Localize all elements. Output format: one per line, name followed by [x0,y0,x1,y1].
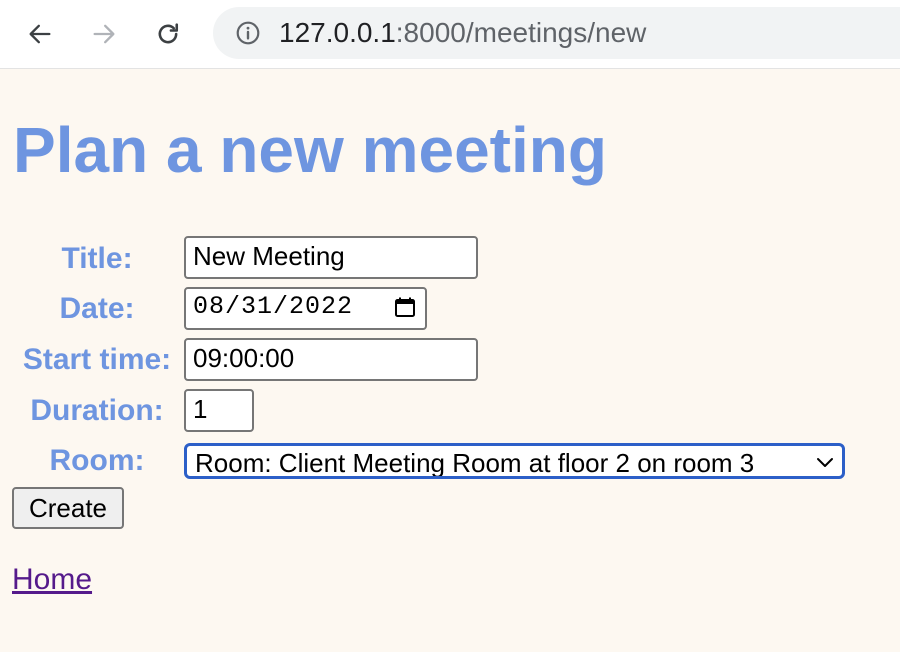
home-link[interactable]: Home [12,562,92,598]
chevron-down-icon [817,458,833,467]
address-bar[interactable]: 127.0.0.1:8000/meetings/new [213,7,900,59]
date-value: 08/31/2022 [193,292,354,321]
back-button[interactable] [20,14,60,54]
forward-button[interactable] [84,14,124,54]
title-label: Title: [61,242,133,275]
info-circle-icon[interactable] [235,20,261,46]
duration-label: Duration: [30,394,164,427]
start-time-input[interactable]: 09:00:00 [184,338,478,381]
reload-icon [158,23,179,44]
date-input[interactable]: 08/31/2022 [184,287,427,330]
create-button[interactable]: Create [12,487,124,529]
arrow-right-icon [93,24,115,44]
calendar-icon[interactable] [393,295,417,319]
duration-input[interactable]: 1 [184,389,254,432]
url-path: :8000/meetings/new [395,17,647,48]
room-select[interactable]: Room: Client Meeting Room at floor 2 on … [184,443,845,479]
url-text[interactable]: 127.0.0.1:8000/meetings/new [279,19,646,47]
browser-toolbar: 127.0.0.1:8000/meetings/new [0,0,900,69]
date-label: Date: [59,292,135,325]
room-label: Room: [49,444,145,477]
start-time-label: Start time: [22,343,172,376]
page-title: Plan a new meeting [13,114,607,186]
arrow-left-icon [29,24,51,44]
reload-button[interactable] [148,14,188,54]
title-input[interactable]: New Meeting [184,236,478,279]
url-host: 127.0.0.1 [279,17,396,48]
room-selected-value: Room: Client Meeting Room at floor 2 on … [195,448,755,478]
